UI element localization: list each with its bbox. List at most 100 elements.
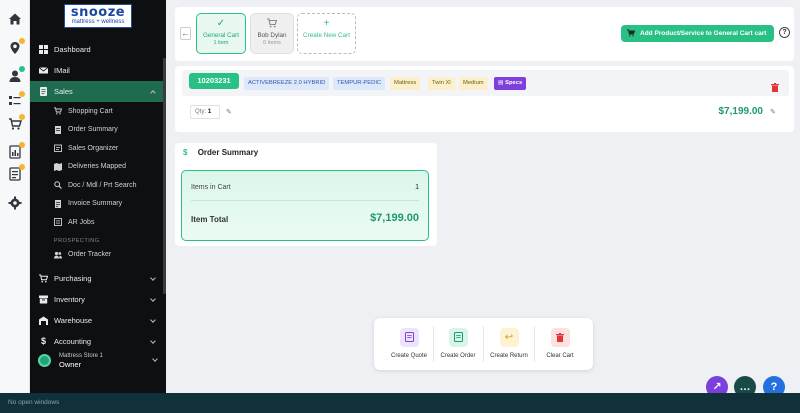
- sidebar-subitem-order-summary[interactable]: Order Summary: [30, 121, 166, 140]
- sidebar-subitem-ar-jobs[interactable]: AR Jobs: [30, 213, 166, 232]
- sidebar-item-label: Accounting: [54, 337, 92, 346]
- notification-dot: [19, 142, 25, 148]
- sidebar-scrollbar[interactable]: [163, 58, 166, 294]
- sidebar-item-label: Sales: [54, 87, 73, 96]
- product-name-chip: ACTIVEBREEZE 2.0 HYBRID: [244, 77, 330, 90]
- notification-dot: [19, 164, 25, 170]
- user-icon[interactable]: [8, 66, 25, 83]
- items-in-cart-label: Items in Cart: [191, 184, 231, 191]
- cart-tab-name: General Cart: [202, 32, 240, 39]
- dollar-icon: $: [40, 336, 46, 346]
- create-return-button[interactable]: ↩ Create Return: [484, 328, 534, 359]
- quantity-field[interactable]: Qty: 1: [190, 105, 220, 119]
- action-label: Create Quote: [390, 353, 428, 359]
- sidebar-item-label: Inventory: [54, 295, 85, 304]
- sidebar-subitem-invoice-summary[interactable]: Invoice Summary: [30, 195, 166, 214]
- sku-badge[interactable]: 10203231: [189, 73, 239, 89]
- checklist-icon[interactable]: [8, 91, 25, 108]
- sidebar-subitem-doc-search[interactable]: Doc / Mdl / Prt Search: [30, 176, 166, 195]
- brand-chip: TEMPUR-PEDIC: [333, 77, 386, 90]
- cart-item-header: 10203231 ACTIVEBREEZE 2.0 HYBRID TEMPUR-…: [182, 70, 789, 96]
- report-icon[interactable]: [8, 142, 25, 159]
- summary-title-row: $ Order Summary: [183, 148, 258, 157]
- check-icon: ✓: [216, 18, 226, 29]
- avatar: [38, 353, 51, 367]
- sidebar-subitem-order-tracker[interactable]: Order Tracker: [30, 246, 166, 265]
- sidebar-subitem-shopping-cart[interactable]: Shopping Cart: [30, 102, 166, 121]
- store-selector[interactable]: Mattress Store 1 Owner: [38, 350, 160, 370]
- list-icon: [54, 125, 62, 134]
- arrow-left-icon: ←: [181, 29, 190, 38]
- sidebar-item-sales[interactable]: Sales: [30, 81, 166, 102]
- gear-icon[interactable]: [8, 196, 22, 210]
- create-order-button[interactable]: Create Order: [433, 328, 483, 359]
- help-icon[interactable]: ?: [779, 27, 790, 38]
- quote-icon: [399, 328, 419, 347]
- jobs-icon: [54, 218, 62, 227]
- cart-tab-bob-dylan[interactable]: Bob Dylan 0 items: [250, 13, 294, 54]
- order-icon: [448, 328, 468, 347]
- specs-button[interactable]: ▤ Specs: [494, 77, 527, 90]
- sidebar-item-inventory[interactable]: Inventory: [30, 289, 166, 310]
- sidebar-item-label: IMail: [54, 66, 70, 75]
- cart-icon: [251, 18, 293, 30]
- sidebar-subitem-sales-organizer[interactable]: Sales Organizer: [30, 139, 166, 158]
- notification-dot: [19, 91, 25, 97]
- action-label: Create Return: [490, 353, 528, 359]
- sidebar-subitem-label: Shopping Cart: [68, 107, 113, 115]
- add-product-button[interactable]: Add Product/Service to General Cart cart: [621, 25, 774, 42]
- sidebar-subitem-label: Sales Organizer: [68, 144, 119, 152]
- sidebar-item-dashboard[interactable]: Dashboard: [30, 39, 166, 60]
- external-link-icon: ↗: [712, 381, 722, 393]
- location-pin-icon[interactable]: [8, 38, 25, 55]
- chevron-down-icon: [150, 296, 156, 302]
- qty-value: 1: [207, 108, 212, 115]
- trash-icon: [550, 328, 570, 347]
- plus-icon: +: [323, 18, 330, 29]
- cart-icon[interactable]: [8, 114, 25, 131]
- invoice-icon: [54, 199, 62, 208]
- cart-tab-name: Bob Dylan: [257, 32, 287, 39]
- order-summary-panel: $ Order Summary Items in Cart 1 Item Tot…: [175, 143, 437, 246]
- add-product-label: Add Product/Service to General Cart cart: [640, 30, 767, 37]
- back-button[interactable]: ←: [180, 27, 191, 40]
- edit-quantity-icon[interactable]: ✎: [226, 108, 232, 116]
- notification-dot: [19, 114, 25, 120]
- home-icon[interactable]: [8, 12, 22, 26]
- cart-tab-name: Create New Cart: [303, 32, 350, 39]
- cart-action-bar: Create Quote Create Order ↩ Create Retur…: [374, 318, 593, 370]
- section-label-prospecting: PROSPECTING: [54, 237, 100, 244]
- sidebar-item-accounting[interactable]: $ Accounting: [30, 331, 166, 352]
- items-in-cart-value: 1: [415, 184, 419, 191]
- divider: [191, 200, 419, 201]
- item-price: $7,199.00: [718, 106, 764, 117]
- cart-tab-general[interactable]: ✓ General Cart 1 item: [196, 13, 246, 54]
- cart-tab-count: 1 item: [213, 40, 229, 46]
- chevron-up-icon: [150, 90, 156, 96]
- item-total-value: $7,199.00: [370, 212, 419, 224]
- sidebar: snooze mattress + wellness Dashboard IMa…: [30, 0, 166, 393]
- clear-cart-button[interactable]: Clear Cart: [535, 328, 585, 359]
- create-new-cart-button[interactable]: + Create New Cart: [297, 13, 356, 54]
- edit-price-icon[interactable]: ✎: [770, 108, 776, 116]
- sidebar-item-imail[interactable]: IMail: [30, 60, 166, 81]
- summary-box: Items in Cart 1 Item Total $7,199.00: [181, 170, 429, 241]
- sidebar-item-purchasing[interactable]: Purchasing: [30, 268, 166, 289]
- chevron-down-icon: [150, 338, 156, 344]
- cart-icon: [54, 107, 63, 115]
- document-icon[interactable]: [8, 164, 25, 181]
- box-icon: [39, 295, 48, 304]
- taskbar-status: No open windows: [8, 399, 60, 406]
- brand-logo[interactable]: snooze mattress + wellness: [64, 4, 132, 28]
- dollar-icon: $: [183, 148, 188, 157]
- create-quote-button[interactable]: Create Quote: [384, 328, 434, 359]
- store-role: Owner: [59, 359, 82, 369]
- cart-tab-count: 0 items: [263, 40, 281, 46]
- qty-label: Qty:: [195, 109, 207, 115]
- sidebar-item-warehouse[interactable]: Warehouse: [30, 310, 166, 331]
- specs-label: Specs: [505, 80, 523, 86]
- sidebar-subitem-label: Invoice Summary: [68, 200, 123, 208]
- search-icon: [54, 181, 62, 190]
- sidebar-subitem-deliveries-mapped[interactable]: Deliveries Mapped: [30, 158, 166, 177]
- remove-item-button[interactable]: [771, 79, 779, 92]
